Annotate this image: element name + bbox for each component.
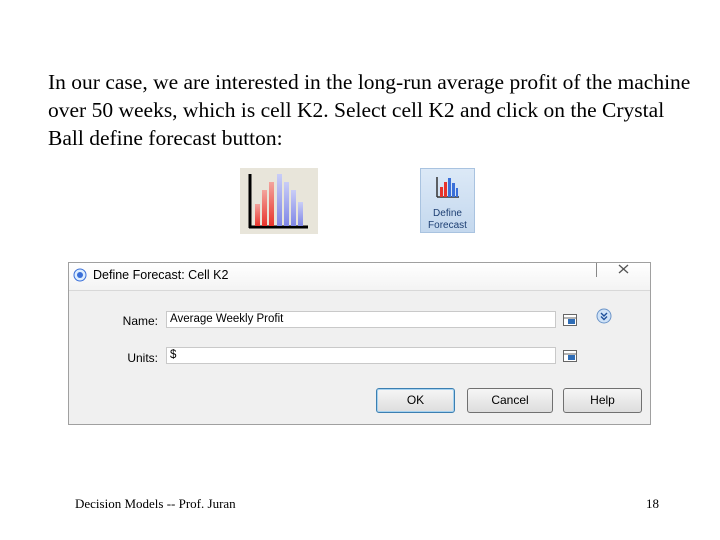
units-input[interactable]: $ — [166, 347, 556, 364]
define-forecast-button[interactable]: Define Forecast — [420, 168, 475, 233]
define-forecast-icon — [436, 177, 459, 198]
cancel-button[interactable]: Cancel — [467, 388, 553, 413]
page-number: 18 — [646, 496, 659, 511]
slide-body-text: In our case, we are interested in the lo… — [48, 70, 691, 150]
titlebar-separator — [596, 263, 597, 277]
footer-course: Decision Models -- Prof. Juran — [75, 496, 236, 511]
expand-icon[interactable] — [596, 308, 612, 324]
define-forecast-label-line2: Forecast — [428, 220, 467, 231]
cell-reference-icon[interactable] — [563, 350, 577, 362]
dialog-titlebar[interactable]: Define Forecast: Cell K2 — [69, 263, 650, 291]
ok-button[interactable]: OK — [376, 388, 455, 413]
dialog-title: Define Forecast: Cell K2 — [93, 268, 229, 282]
units-label: Units: — [127, 351, 158, 365]
close-icon[interactable] — [616, 263, 632, 277]
cell-reference-icon[interactable] — [563, 314, 577, 326]
help-button[interactable]: Help — [563, 388, 642, 413]
name-input[interactable]: Average Weekly Profit — [166, 311, 556, 328]
dialog-app-icon — [73, 268, 87, 282]
forecast-chart-icon — [240, 168, 318, 234]
define-forecast-label-line1: Define — [433, 208, 462, 219]
define-forecast-dialog: Define Forecast: Cell K2 Name: Average W… — [68, 262, 651, 425]
name-label: Name: — [122, 314, 158, 328]
